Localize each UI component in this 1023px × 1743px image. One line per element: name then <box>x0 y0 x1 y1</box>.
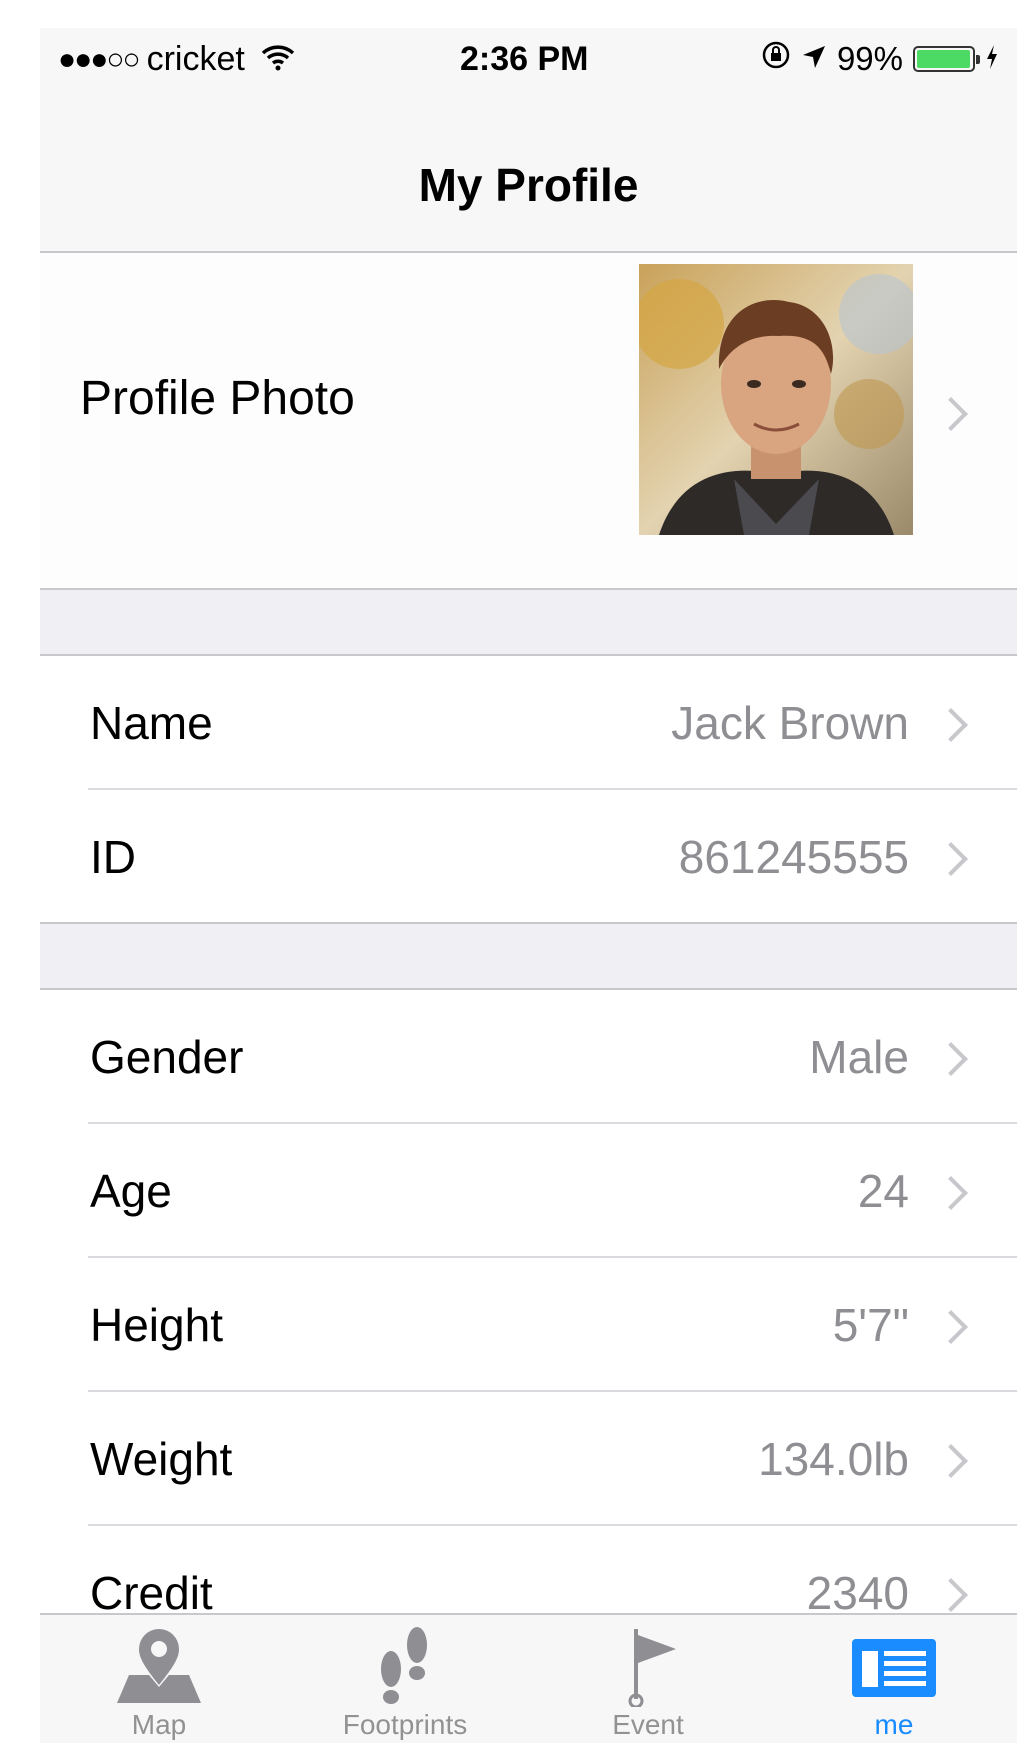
row-label: Name <box>90 697 213 749</box>
navigation-bar: My Profile <box>40 98 1017 253</box>
row-value: 24 <box>857 1165 909 1217</box>
profile-photo-label: Profile Photo <box>80 372 355 425</box>
status-left: ●●●○○ cricket <box>58 40 295 79</box>
section-identity: Name Jack Brown ID 861245555 <box>40 656 1017 924</box>
map-pin-icon <box>84 1625 234 1707</box>
status-right: 99% <box>761 40 999 78</box>
avatar <box>639 264 913 535</box>
profile-card-icon <box>819 1625 969 1707</box>
tab-label: me <box>874 1709 914 1740</box>
divider <box>40 922 1017 924</box>
tab-me[interactable]: me <box>819 1625 969 1741</box>
row-label: Credit <box>90 1567 213 1619</box>
tab-event[interactable]: Event <box>573 1625 723 1741</box>
tab-label: Map <box>131 1709 187 1740</box>
tab-bar: Map Footprints Event me <box>40 1613 1017 1743</box>
profile-photo-row[interactable]: Profile Photo <box>40 253 1017 590</box>
row-label: Weight <box>90 1433 233 1485</box>
battery-percent: 99% <box>836 40 903 77</box>
chevron-right-icon <box>934 1042 968 1076</box>
row-label: Age <box>90 1165 172 1217</box>
status-bar: ●●●○○ cricket 2:36 PM 99% <box>40 28 1017 98</box>
row-value: Male <box>809 1031 909 1083</box>
chevron-right-icon <box>934 1176 968 1210</box>
tab-footprints[interactable]: Footprints <box>330 1625 480 1741</box>
row-value: 861245555 <box>678 831 909 883</box>
row-label: ID <box>90 831 136 883</box>
footprints-icon <box>330 1625 480 1707</box>
section-gap <box>40 924 1017 990</box>
screen: ●●●○○ cricket 2:36 PM 99% My Profile Pro… <box>40 28 1017 1743</box>
chevron-right-icon <box>934 1310 968 1344</box>
battery-icon <box>913 46 980 72</box>
signal-strength-icon: ●●●○○ <box>58 42 141 76</box>
chevron-right-icon <box>934 842 968 876</box>
row-label: Height <box>90 1299 223 1351</box>
location-arrow-icon <box>801 40 827 78</box>
page-title: My Profile <box>418 159 639 211</box>
row-id[interactable]: ID 861245555 <box>40 790 1017 924</box>
charging-bolt-icon <box>985 40 999 78</box>
row-value: 5'7" <box>832 1299 909 1351</box>
row-name[interactable]: Name Jack Brown <box>40 656 1017 790</box>
status-time: 2:36 PM <box>460 40 589 78</box>
row-value: 2340 <box>806 1567 909 1619</box>
section-gap <box>40 590 1017 656</box>
chevron-right-icon <box>934 708 968 742</box>
row-weight[interactable]: Weight 134.0lb <box>40 1392 1017 1526</box>
row-value: 134.0lb <box>758 1433 909 1485</box>
flag-icon <box>573 1625 723 1707</box>
chevron-right-icon <box>934 1578 968 1612</box>
row-value: Jack Brown <box>671 697 909 749</box>
profile-content: Profile Photo Name Jack Brown ID 8612455… <box>40 253 1017 1660</box>
tab-label: Event <box>612 1709 684 1740</box>
battery-tip <box>976 55 980 64</box>
section-details: Gender Male Age 24 Height 5'7" Weight 13… <box>40 990 1017 1660</box>
row-age[interactable]: Age 24 <box>40 1124 1017 1258</box>
chevron-right-icon <box>934 1444 968 1478</box>
carrier-name: cricket <box>146 40 245 78</box>
wifi-icon <box>261 41 295 79</box>
tab-label: Footprints <box>342 1709 468 1740</box>
row-gender[interactable]: Gender Male <box>40 990 1017 1124</box>
row-height[interactable]: Height 5'7" <box>40 1258 1017 1392</box>
row-label: Gender <box>90 1031 244 1083</box>
chevron-right-icon <box>934 397 968 431</box>
battery-fill <box>917 50 971 68</box>
rotation-lock-icon <box>761 40 791 78</box>
tab-map[interactable]: Map <box>84 1625 234 1741</box>
